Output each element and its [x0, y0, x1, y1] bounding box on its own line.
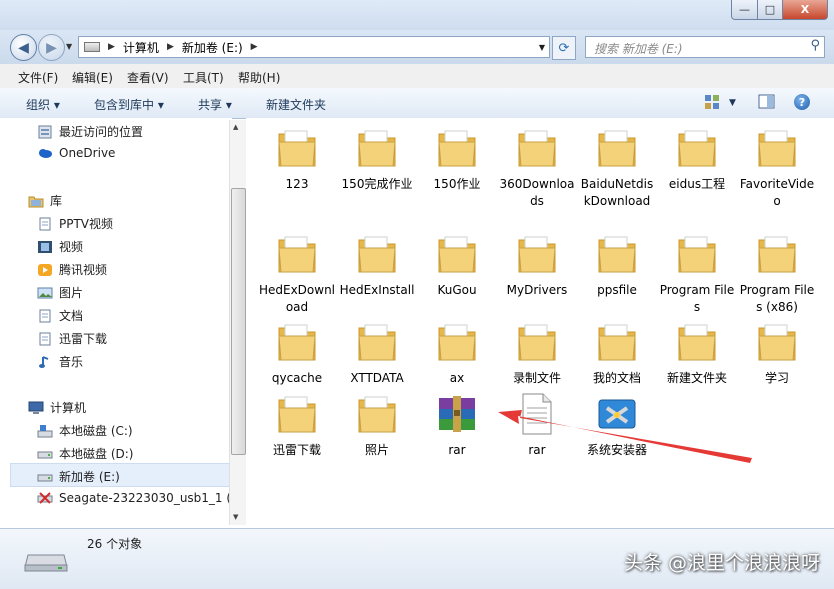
watermark: 头条 @浪里个浪浪浪呀: [623, 552, 820, 574]
drive-large-icon: [24, 554, 68, 572]
status-bar: 26 个对象 头条 @浪里个浪浪浪呀: [0, 528, 834, 589]
annotation-arrow: [498, 410, 752, 463]
annotation-arrow-shape: [498, 410, 752, 463]
object-count: 26 个对象: [87, 537, 143, 551]
